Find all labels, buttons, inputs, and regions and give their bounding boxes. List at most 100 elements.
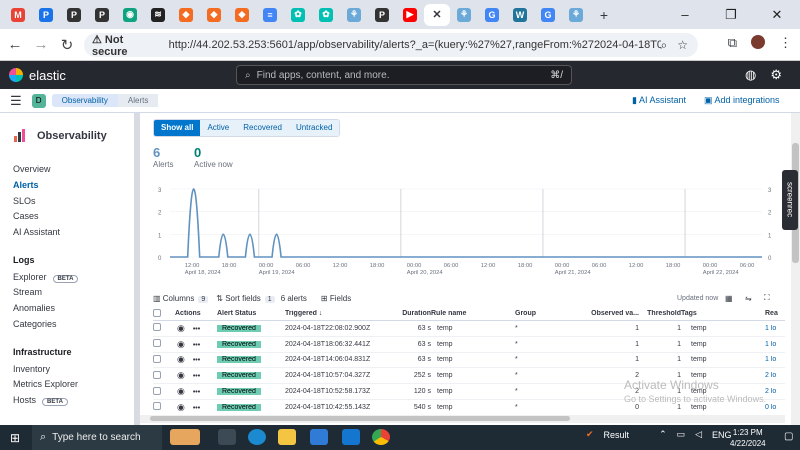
browser-tab-11[interactable]: ✿ bbox=[312, 4, 340, 26]
reload-button[interactable]: ↻ bbox=[54, 36, 80, 54]
sort-fields-button[interactable]: ⇅ Sort fields 1 bbox=[216, 294, 278, 303]
rule-name-cell[interactable]: temp bbox=[431, 404, 515, 411]
sidebar-item-anomalies[interactable]: Anomalies bbox=[13, 303, 55, 313]
browser-tab-7[interactable]: ◆ bbox=[200, 4, 228, 26]
sidebar-item-alerts[interactable]: Alerts bbox=[13, 180, 39, 190]
help-globe-icon[interactable]: ◍ bbox=[745, 67, 756, 83]
table-horizontal-scrollbar[interactable] bbox=[140, 415, 785, 423]
reason-cell[interactable]: 1 lo bbox=[765, 356, 785, 363]
columns-button[interactable]: ▥ Columns 9 bbox=[153, 294, 212, 303]
column-header-actions[interactable]: Actions bbox=[175, 310, 217, 317]
row-checkbox[interactable] bbox=[153, 402, 161, 411]
browser-tab-10[interactable]: ✿ bbox=[284, 4, 312, 26]
sidebar-item-hosts[interactable]: Hosts BETA bbox=[13, 395, 68, 406]
sidebar-item-ai-assistant[interactable]: AI Assistant bbox=[13, 227, 60, 237]
reason-cell[interactable]: 1 lo bbox=[765, 341, 785, 348]
sort-columns-icon[interactable]: ⇋ bbox=[745, 294, 752, 303]
active-tab-close[interactable]: ✕ bbox=[424, 3, 450, 26]
notifications-icon[interactable]: ▢ bbox=[784, 431, 793, 442]
user-menu-icon[interactable]: ⚙ bbox=[770, 67, 782, 83]
row-checkbox[interactable] bbox=[153, 323, 161, 332]
more-actions-icon[interactable]: ••• bbox=[193, 357, 200, 364]
sidebar-item-slos[interactable]: SLOs bbox=[13, 196, 36, 206]
extensions-icon[interactable]: ⧉ bbox=[728, 35, 737, 51]
sidebar-item-stream[interactable]: Stream bbox=[13, 287, 42, 297]
more-actions-icon[interactable]: ••• bbox=[193, 389, 200, 396]
view-details-eye-icon[interactable]: ◉ bbox=[177, 370, 185, 380]
browser-tab-0[interactable]: M bbox=[4, 4, 32, 26]
not-secure-indicator[interactable]: ⚠ Not secure bbox=[92, 33, 161, 58]
more-actions-icon[interactable]: ••• bbox=[193, 326, 200, 333]
rule-name-cell[interactable]: temp bbox=[431, 341, 515, 348]
file-explorer-icon[interactable] bbox=[278, 429, 296, 445]
maximize-button[interactable]: ❐ bbox=[708, 7, 754, 23]
browser-after-tab-1[interactable]: G bbox=[478, 4, 506, 26]
browser-tab-4[interactable]: ◉ bbox=[116, 4, 144, 26]
volume-icon[interactable]: ◁ bbox=[695, 429, 702, 440]
sidebar-item-explorer[interactable]: Explorer BETA bbox=[13, 272, 79, 283]
network-icon[interactable]: ▭ bbox=[677, 429, 686, 440]
row-checkbox[interactable] bbox=[153, 339, 161, 348]
add-integrations-button[interactable]: ▣ Add integrations bbox=[704, 95, 780, 106]
reason-cell[interactable]: 2 lo bbox=[765, 372, 785, 379]
news-widget-icon[interactable] bbox=[170, 429, 200, 445]
edge-icon[interactable] bbox=[248, 429, 266, 445]
browser-tab-8[interactable]: ◆ bbox=[228, 4, 256, 26]
rule-name-cell[interactable]: temp bbox=[431, 372, 515, 379]
filter-untracked[interactable]: Untracked bbox=[288, 120, 340, 136]
browser-tab-14[interactable]: ▶ bbox=[396, 4, 424, 26]
bookmark-star-icon[interactable]: ☆ bbox=[677, 38, 688, 52]
browser-tab-5[interactable]: ≋ bbox=[144, 4, 172, 26]
column-header-triggered[interactable]: Triggered ↓ bbox=[285, 310, 393, 317]
reason-cell[interactable]: 2 lo bbox=[765, 388, 785, 395]
density-icon[interactable]: ▦ bbox=[725, 294, 733, 303]
space-avatar[interactable]: D bbox=[31, 93, 46, 108]
sidebar-item-inventory[interactable]: Inventory bbox=[13, 364, 50, 374]
row-checkbox[interactable] bbox=[153, 370, 161, 379]
column-header-alert-status[interactable]: Alert Status bbox=[217, 310, 285, 317]
chrome-icon[interactable] bbox=[372, 429, 390, 445]
reason-cell[interactable]: 0 lo bbox=[765, 404, 785, 411]
browser-after-tab-2[interactable]: W bbox=[506, 4, 534, 26]
sidebar-item-metrics-explorer[interactable]: Metrics Explorer bbox=[13, 379, 78, 389]
sidebar-item-categories[interactable]: Categories bbox=[13, 319, 57, 329]
minimize-button[interactable]: – bbox=[662, 7, 708, 22]
browser-tab-9[interactable]: ≡ bbox=[256, 4, 284, 26]
breadcrumb-observability[interactable]: Observability bbox=[51, 94, 118, 107]
browser-after-tab-0[interactable]: ⚘ bbox=[450, 4, 478, 26]
ai-assistant-button[interactable]: ▮ AI Assistant bbox=[632, 95, 686, 106]
zoom-icon[interactable]: ⌕ bbox=[661, 38, 668, 53]
more-actions-icon[interactable]: ••• bbox=[193, 342, 200, 349]
language-indicator[interactable]: ENG bbox=[712, 430, 732, 440]
reason-cell[interactable]: 1 lo bbox=[765, 325, 785, 332]
view-details-eye-icon[interactable]: ◉ bbox=[177, 402, 185, 412]
filter-show-all[interactable]: Show all bbox=[154, 120, 201, 136]
sidebar-item-overview[interactable]: Overview bbox=[13, 164, 51, 174]
new-tab-button[interactable]: + bbox=[590, 4, 618, 26]
address-bar[interactable]: ⚠ Not secure http://44.202.53.253:5601/a… bbox=[84, 33, 698, 58]
tray-chevron-icon[interactable]: ⌃ bbox=[659, 429, 667, 440]
column-header-rule-name[interactable]: Rule name bbox=[431, 310, 515, 317]
taskbar-clock[interactable]: 1:23 PM 4/22/2024 bbox=[730, 427, 766, 449]
browser-tab-1[interactable]: P bbox=[32, 4, 60, 26]
more-actions-icon[interactable]: ••• bbox=[193, 405, 200, 412]
row-checkbox[interactable] bbox=[153, 386, 161, 395]
elastic-logo[interactable]: elastic bbox=[9, 68, 66, 83]
view-details-eye-icon[interactable]: ◉ bbox=[177, 386, 185, 396]
column-header-threshold[interactable]: Threshold bbox=[639, 310, 681, 317]
mail-icon[interactable] bbox=[342, 429, 360, 445]
taskbar-search-input[interactable]: ⌕ Type here to search bbox=[32, 425, 162, 450]
column-header-duration[interactable]: Duration bbox=[393, 310, 431, 317]
column-header-reason[interactable]: Rea bbox=[765, 310, 785, 317]
browser-tab-13[interactable]: P bbox=[368, 4, 396, 26]
global-search-input[interactable]: ⌕ Find apps, content, and more. ⌘/ bbox=[236, 65, 572, 85]
back-button[interactable]: ← bbox=[2, 36, 28, 53]
rule-name-cell[interactable]: temp bbox=[431, 356, 515, 363]
browser-tab-6[interactable]: ◆ bbox=[172, 4, 200, 26]
horizontal-scroll-thumb[interactable] bbox=[150, 416, 570, 421]
close-window-button[interactable]: ✕ bbox=[754, 7, 800, 23]
page-scrollbar[interactable] bbox=[791, 113, 800, 425]
store-icon[interactable] bbox=[310, 429, 328, 445]
result-app-icon[interactable]: ✔ bbox=[586, 429, 594, 440]
column-header-observed-value[interactable]: Observed va... bbox=[571, 310, 639, 317]
